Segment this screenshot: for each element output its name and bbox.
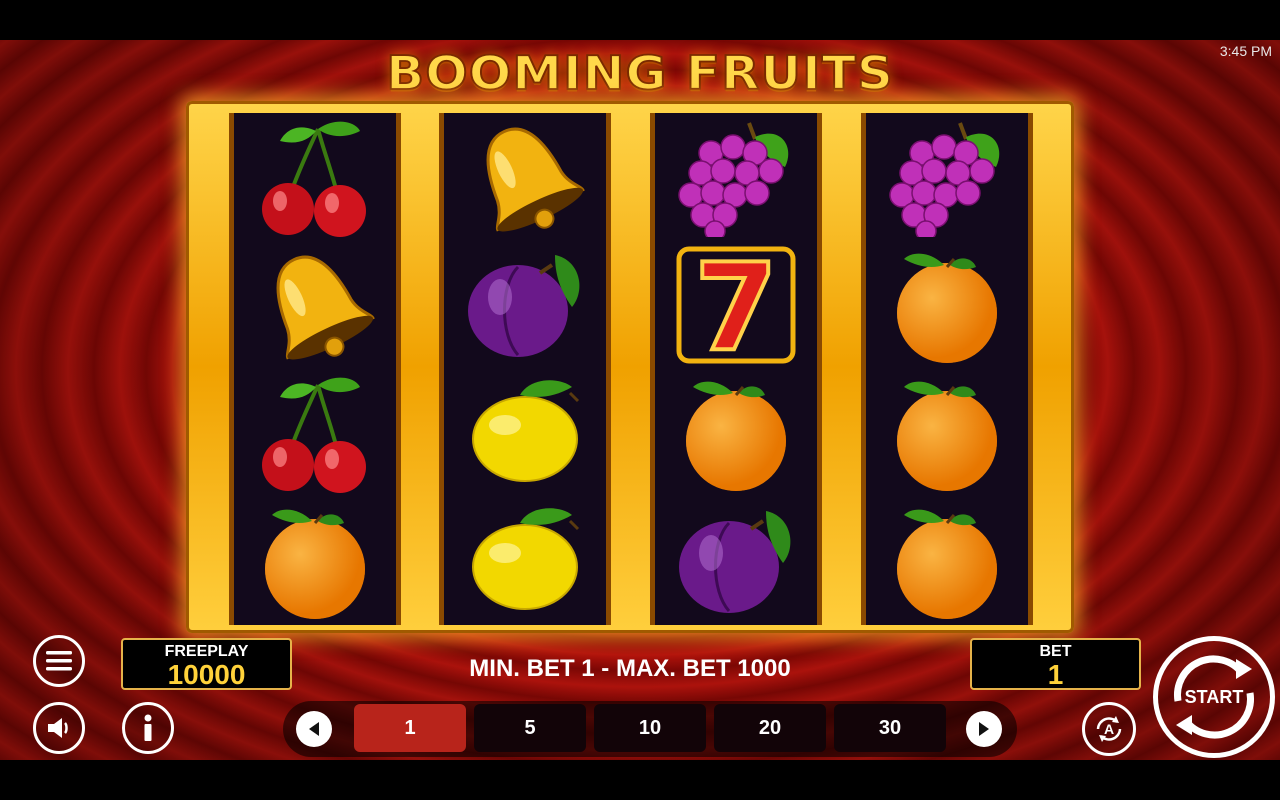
symbol-cherry-icon [234, 369, 396, 497]
status-time: 3:45 PM [1219, 43, 1272, 59]
bet-prev-button[interactable] [296, 711, 332, 747]
hamburger-menu-icon [46, 651, 72, 671]
bet-option-30[interactable]: 30 [834, 704, 946, 752]
autoplay-icon: A [1096, 716, 1122, 742]
symbol-grapes-icon [655, 113, 817, 241]
bet-limits: MIN. BET 1 - MAX. BET 1000 [469, 655, 791, 682]
symbol-orange-icon [866, 369, 1028, 497]
symbol-plum-icon [444, 241, 606, 369]
balance-display: FREEPLAY 10000 [121, 638, 292, 690]
reel-3: 7 [650, 113, 822, 625]
symbol-orange-icon [866, 497, 1028, 625]
start-label: START [1184, 686, 1244, 707]
symbol-cherry-icon [234, 113, 396, 241]
menu-button[interactable] [33, 635, 85, 687]
symbol-orange-icon [234, 497, 396, 625]
svg-text:7: 7 [694, 245, 778, 365]
symbol-lemon-icon [444, 369, 606, 497]
speaker-icon [48, 718, 68, 738]
symbol-bell-icon [444, 113, 606, 241]
symbol-orange-icon [655, 369, 817, 497]
svg-text:A: A [1104, 721, 1114, 737]
symbol-orange-icon [866, 241, 1028, 369]
symbol-bell-icon [234, 241, 396, 369]
start-spin-button[interactable]: START [1153, 636, 1275, 758]
reel-1 [229, 113, 401, 625]
bet-option-5[interactable]: 5 [474, 704, 586, 752]
symbol-seven-icon: 7 [655, 241, 817, 369]
symbol-lemon-icon [444, 497, 606, 625]
chevron-right-icon [979, 722, 989, 736]
bet-next-button[interactable] [966, 711, 1002, 747]
bet-value: 1 [1047, 659, 1064, 690]
bet-display: BET 1 [970, 638, 1141, 690]
bet-option-20[interactable]: 20 [714, 704, 826, 752]
bet-option-10[interactable]: 10 [594, 704, 706, 752]
symbol-plum-icon [655, 497, 817, 625]
info-button[interactable] [122, 702, 174, 754]
reel-2 [439, 113, 611, 625]
chevron-left-icon [309, 722, 319, 736]
balance-value: 10000 [167, 659, 246, 690]
info-icon [144, 714, 152, 741]
symbol-grapes-icon [866, 113, 1028, 241]
sound-button[interactable] [33, 702, 85, 754]
reel-4 [861, 113, 1033, 625]
bet-option-1[interactable]: 1 [354, 704, 466, 752]
autoplay-button[interactable]: A [1082, 702, 1136, 756]
